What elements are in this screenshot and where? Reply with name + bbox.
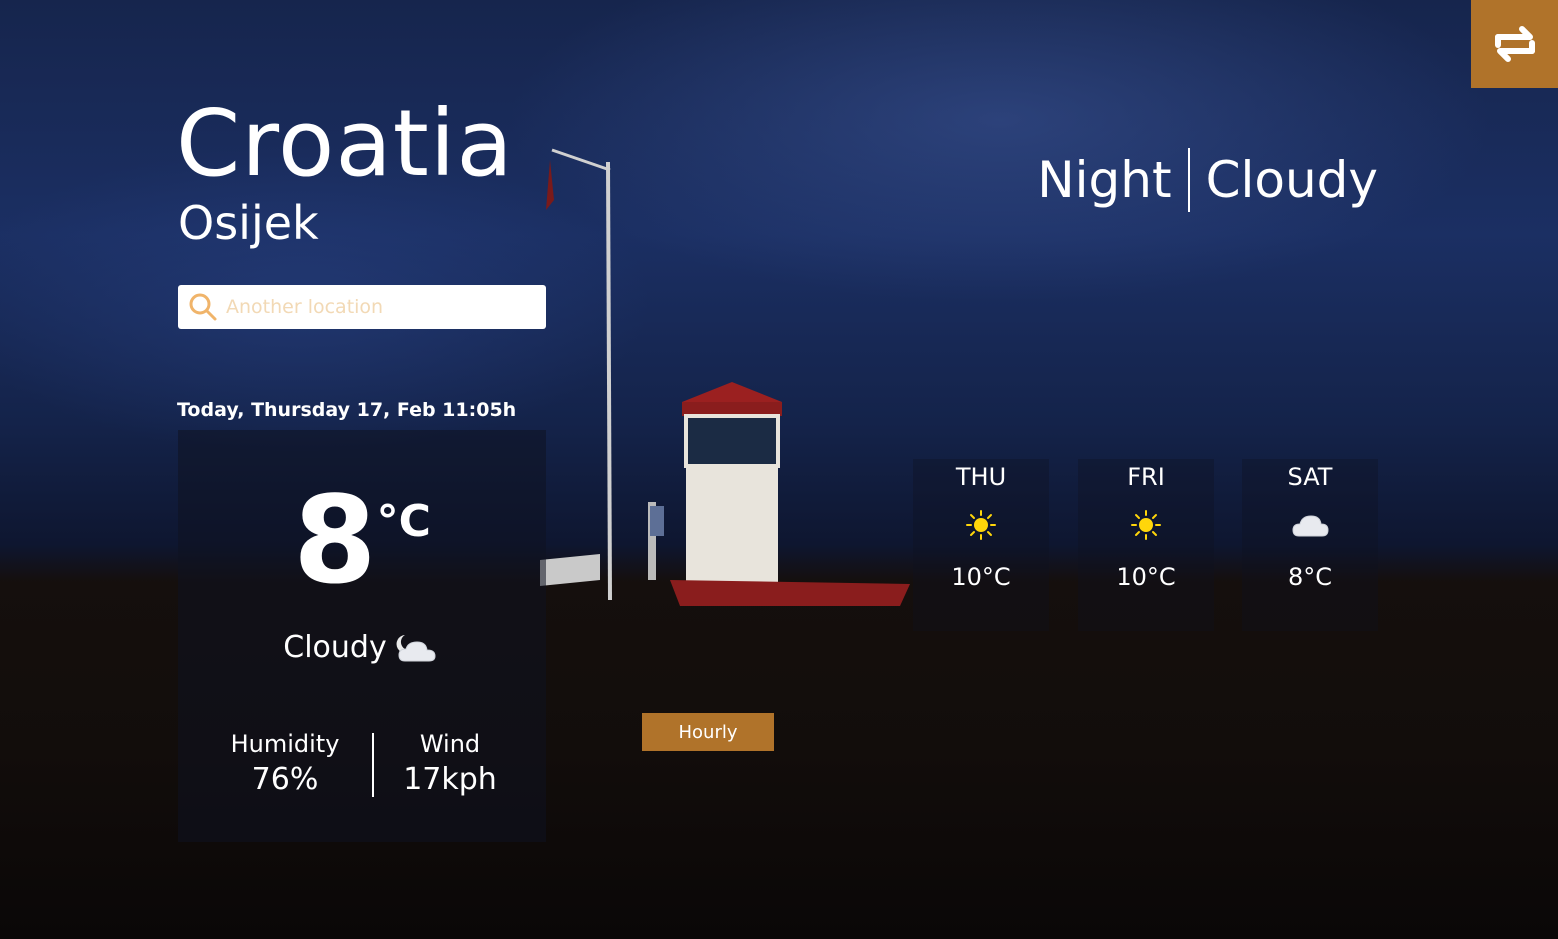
- forecast-day-label: THU: [955, 463, 1007, 491]
- humidity-stat: Humidity 76%: [195, 730, 375, 797]
- current-condition: Cloudy: [178, 630, 546, 665]
- current-date: Today, Thursday 17, Feb 11:05h: [177, 399, 517, 421]
- night-cloud-icon: [396, 634, 436, 661]
- wind-value: 17kph: [403, 762, 497, 797]
- forecast-day-label: SAT: [1287, 463, 1333, 491]
- city-title: Osijek: [178, 196, 319, 250]
- headline: Night Cloudy: [1037, 148, 1378, 212]
- wind-stat: Wind 17kph: [360, 730, 540, 797]
- wind-label: Wind: [419, 730, 481, 758]
- current-temperature: 8°C: [178, 482, 546, 602]
- forecast-temp: 8°C: [1287, 563, 1333, 591]
- background-scene: [540, 148, 910, 606]
- forecast-temp: 10°C: [1116, 563, 1176, 591]
- search-icon: [189, 293, 217, 321]
- current-weather-card: 8°C Cloudy Humidity 76% Wind 17kph: [178, 430, 546, 842]
- forecast-temp: 10°C: [951, 563, 1011, 591]
- sun-icon: [966, 510, 996, 540]
- cloud-icon: [1292, 515, 1329, 537]
- forecast-day: THU 10°C: [913, 459, 1049, 631]
- condition-label: Cloudy: [283, 630, 387, 665]
- humidity-label: Humidity: [230, 730, 340, 758]
- hourly-button[interactable]: Hourly: [642, 713, 774, 751]
- temperature-unit: °C: [376, 496, 431, 547]
- sun-icon: [1131, 510, 1161, 540]
- forecast-day: SAT 8°C: [1242, 459, 1378, 631]
- search-box[interactable]: [178, 285, 546, 329]
- weather-stats: Humidity 76% Wind 17kph: [178, 730, 546, 800]
- time-of-day: Night: [1037, 151, 1172, 209]
- forecast-day: FRI 10°C: [1078, 459, 1214, 631]
- swap-arrows-icon: [1494, 26, 1535, 62]
- temperature-value: 8: [293, 472, 377, 611]
- headline-divider: [1187, 148, 1190, 212]
- search-input[interactable]: [226, 296, 536, 318]
- swap-button[interactable]: [1471, 0, 1558, 88]
- country-title: Croatia: [176, 90, 514, 197]
- headline-condition: Cloudy: [1205, 151, 1378, 209]
- humidity-value: 76%: [251, 762, 319, 797]
- forecast-day-label: FRI: [1127, 463, 1165, 491]
